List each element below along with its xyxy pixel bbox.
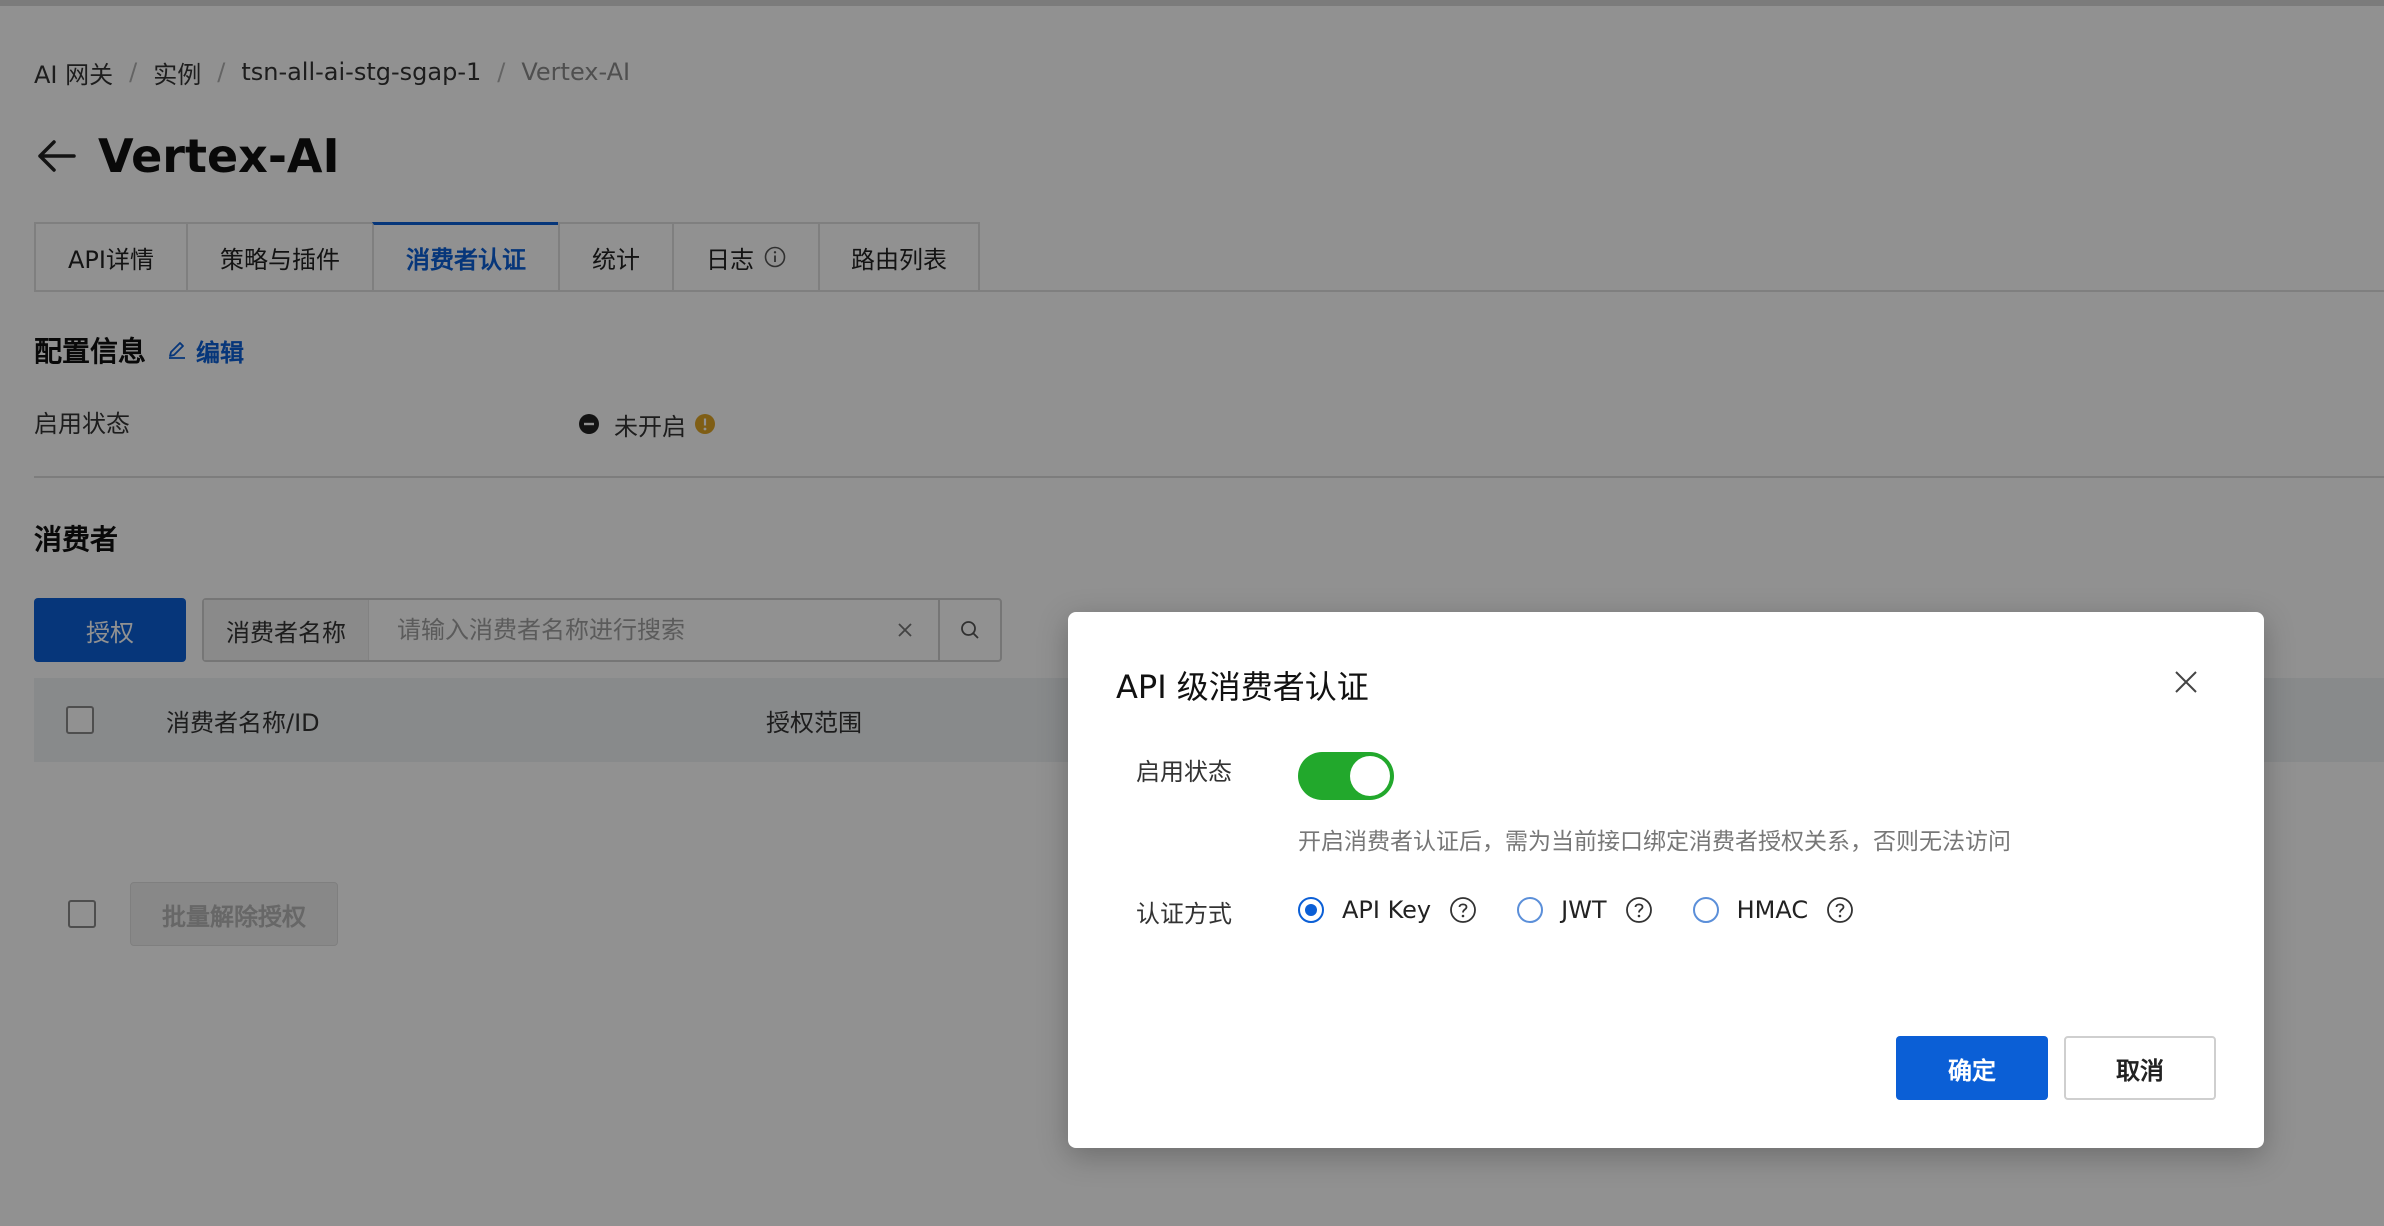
auth-method-label: 认证方式 — [1136, 900, 1232, 928]
radio-unchecked — [1692, 897, 1719, 923]
dialog-title: API 级消费者认证 — [1116, 668, 1369, 706]
radio-api-key[interactable]: API Key — [1298, 896, 1477, 924]
auth-method-group: API Key JWT HMAC — [1298, 890, 1894, 930]
help-icon[interactable] — [1449, 896, 1477, 924]
radio-unchecked — [1517, 897, 1544, 923]
radio-checked — [1298, 897, 1324, 923]
enable-toggle[interactable] — [1298, 752, 1394, 800]
radio-hmac[interactable]: HMAC — [1692, 896, 1855, 924]
radio-jwt[interactable]: JWT — [1517, 896, 1652, 924]
toggle-knob — [1350, 756, 1390, 796]
confirm-button[interactable]: 确定 — [1896, 1036, 2048, 1100]
dialog-hint: 开启消费者认证后，需为当前接口绑定消费者授权关系，否则无法访问 — [1298, 829, 2011, 855]
cancel-button[interactable]: 取消 — [2064, 1036, 2216, 1100]
dialog-status-label: 启用状态 — [1136, 758, 1232, 786]
close-icon[interactable] — [2172, 668, 2200, 696]
consumer-auth-dialog: API 级消费者认证 启用状态 开启消费者认证后，需为当前接口绑定消费者授权关系… — [1068, 612, 2264, 1148]
help-icon[interactable] — [1625, 896, 1653, 924]
help-icon[interactable] — [1826, 896, 1854, 924]
